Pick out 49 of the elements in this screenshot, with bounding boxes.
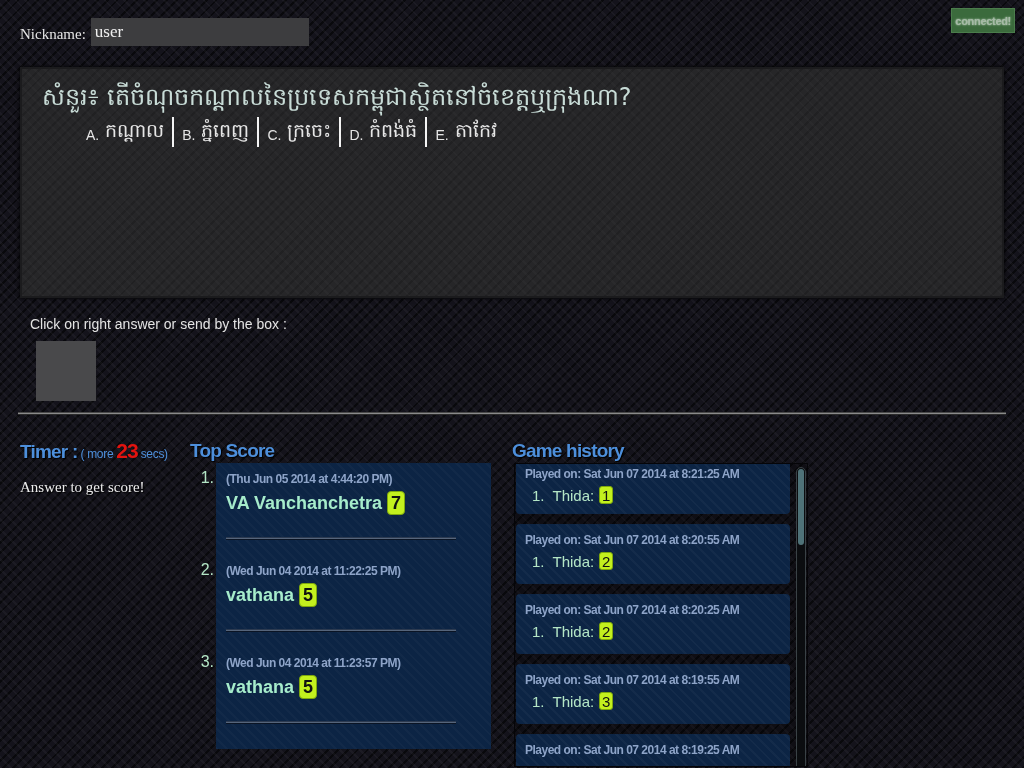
answer-prompt-text: Click on right answer or send by the box : — [30, 316, 287, 332]
player-name: vathana — [226, 676, 295, 698]
score-badge: 5 — [299, 675, 318, 699]
played-on-text: Played on: Sat Jun 07 2014 at 8:19:25 AM — [525, 743, 740, 757]
played-on-text: Played on: Sat Jun 07 2014 at 8:20:25 AM — [525, 603, 740, 617]
rank-number: 1. — [200, 469, 214, 486]
score-badge: 2 — [599, 552, 614, 570]
connection-status-badge: connected! — [951, 8, 1015, 33]
score-badge: 2 — [599, 622, 614, 640]
rank-number: 1. — [532, 622, 545, 640]
rank-number: 1. — [532, 486, 545, 504]
scrollbar-thumb[interactable] — [798, 469, 804, 545]
answer-option[interactable]: D. កំពង់ធំ — [339, 117, 426, 147]
score-badge: 3 — [599, 692, 614, 710]
answer-option[interactable]: C. ក្រចេះ — [257, 117, 340, 147]
player-name: Thida: — [552, 486, 595, 504]
rank-number: 1. — [532, 552, 545, 570]
answer-option[interactable]: A. កណ្តាល — [76, 117, 173, 147]
player-name: vathana — [226, 584, 295, 606]
score-badge: 5 — [299, 583, 318, 607]
timer-seconds: 23 — [116, 439, 138, 463]
nickname-label: Nickname: — [20, 25, 86, 43]
player-name: Thida: — [552, 692, 595, 710]
top-score-heading: Top Score — [190, 440, 275, 461]
player-name: Thida: — [552, 552, 595, 570]
rank-number: 2. — [200, 561, 214, 578]
scrollbar[interactable] — [796, 467, 806, 766]
question-text: សំនួរ៖ តើចំណុចកណ្តាលនៃប្រទេសកម្ពុជាស្ថិតនៅចំខេត្តឬក្រុងណា? — [42, 79, 632, 115]
answer-option[interactable]: B. ភ្នំពេញ — [172, 117, 258, 147]
played-on-text: Played on: Sat Jun 07 2014 at 8:20:55 AM — [525, 533, 740, 547]
answer-box[interactable] — [36, 341, 96, 401]
score-badge: 7 — [387, 491, 406, 515]
score-badge: 1 — [599, 486, 614, 504]
timer-suffix: secs) — [140, 447, 168, 461]
score-hint-text: Answer to get score! — [20, 479, 145, 496]
timer-label: Timer : — [20, 440, 78, 464]
score-date: (Wed Jun 04 2014 at 11:22:25 PM) — [226, 564, 401, 578]
nickname-input[interactable]: user — [90, 18, 309, 46]
rank-number: 3. — [200, 653, 214, 670]
score-date: (Wed Jun 04 2014 at 11:23:57 PM) — [226, 656, 401, 670]
player-name: VA Vanchanchetra — [226, 492, 383, 514]
timer-prefix: ( more — [80, 447, 114, 461]
played-on-text: Played on: Sat Jun 07 2014 at 8:19:55 AM — [525, 673, 740, 687]
game-history-heading: Game history — [512, 440, 624, 461]
rank-number: 1. — [532, 692, 545, 710]
score-date: (Thu Jun 05 2014 at 4:44:20 PM) — [226, 472, 392, 486]
player-name: Thida: — [552, 622, 595, 640]
played-on-text: Played on: Sat Jun 07 2014 at 8:21:25 AM — [525, 467, 740, 481]
answer-option[interactable]: E. តាកែវ — [425, 117, 505, 147]
